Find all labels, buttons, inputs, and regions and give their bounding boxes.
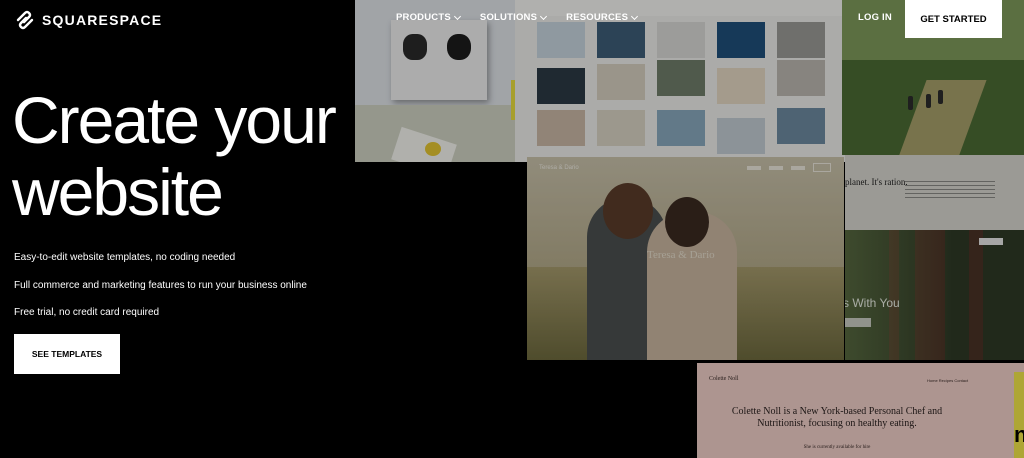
couple-site-title: Teresa & Dario bbox=[539, 165, 579, 171]
template-preview-text-panel: planet. It's ration. bbox=[845, 155, 1024, 230]
squarespace-logo-icon bbox=[14, 9, 36, 31]
site-header: SQUARESPACE PRODUCTS SOLUTIONS RESOURCES… bbox=[0, 0, 1024, 38]
feature-free-trial: Free trial, no credit card required bbox=[14, 307, 160, 318]
couple-names: Teresa & Dario bbox=[647, 249, 715, 261]
see-templates-button[interactable]: SEE TEMPLATES bbox=[14, 334, 120, 374]
chef-nav: Home Recipes Contact bbox=[927, 378, 969, 383]
template-preview-couple: Teresa & Dario Teresa & Dario bbox=[527, 157, 844, 360]
yellow-card-glyph: n bbox=[1014, 422, 1024, 447]
nav-solutions[interactable]: SOLUTIONS bbox=[479, 12, 548, 23]
text-panel-copy: planet. It's ration. bbox=[845, 177, 908, 187]
chevron-down-icon bbox=[540, 12, 548, 20]
feature-templates: Easy-to-edit website templates, no codin… bbox=[14, 252, 236, 263]
feature-commerce: Full commerce and marketing features to … bbox=[14, 280, 307, 291]
template-preview-chef: Colette Noll Home Recipes Contact Colett… bbox=[697, 363, 1024, 458]
chevron-down-icon bbox=[453, 12, 461, 20]
chef-intro: Colette Noll is a New York-based Persona… bbox=[731, 406, 943, 429]
template-collage: planet. It's ration. s With You Teresa &… bbox=[355, 0, 1024, 458]
chef-availability: She is currently available for hire bbox=[803, 445, 871, 450]
chevron-down-icon bbox=[631, 12, 639, 20]
login-link[interactable]: LOG IN bbox=[858, 12, 892, 23]
nav-resources[interactable]: RESOURCES bbox=[566, 12, 639, 23]
get-started-button[interactable]: GET STARTED bbox=[905, 0, 1002, 38]
redwood-heading: s With You bbox=[845, 296, 900, 310]
template-preview-yellow: n bbox=[1014, 372, 1024, 458]
chef-brand: Colette Noll bbox=[709, 376, 739, 382]
squarespace-logo[interactable]: SQUARESPACE bbox=[14, 9, 162, 31]
hero-title-line-2: website bbox=[12, 155, 224, 229]
nav-resources-label: RESOURCES bbox=[566, 12, 629, 23]
template-preview-redwood: s With You bbox=[845, 230, 1024, 360]
hero-title: Create your website bbox=[12, 83, 337, 229]
hero-title-line-1: Create your bbox=[12, 83, 337, 157]
logo-wordmark: SQUARESPACE bbox=[42, 12, 163, 28]
nav-products-label: PRODUCTS bbox=[396, 12, 451, 23]
nav-solutions-label: SOLUTIONS bbox=[479, 12, 538, 23]
nav-products[interactable]: PRODUCTS bbox=[396, 12, 461, 23]
main-nav: PRODUCTS SOLUTIONS RESOURCES bbox=[396, 12, 639, 23]
